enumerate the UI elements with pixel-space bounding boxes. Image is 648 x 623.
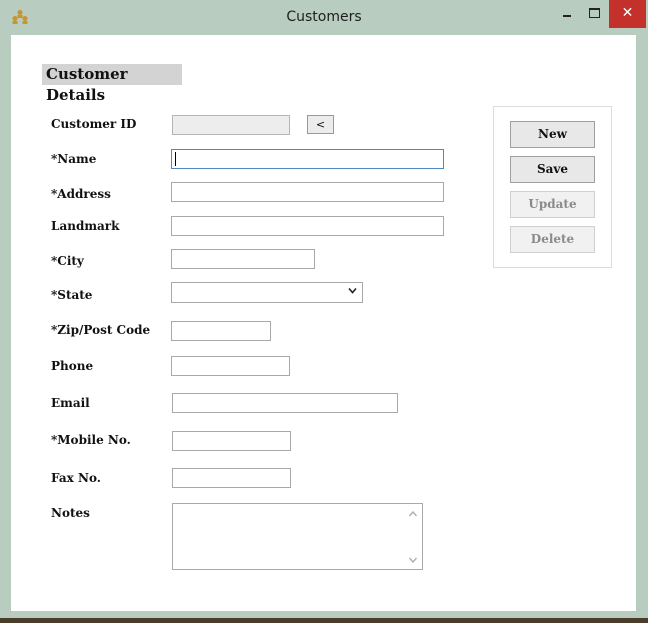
landmark-field[interactable] [171, 216, 444, 236]
mobile-field[interactable] [172, 431, 291, 451]
close-button[interactable]: ✕ [609, 0, 646, 28]
section-title: Customer Details [42, 64, 182, 104]
fax-label: Fax No. [51, 471, 101, 485]
email-field[interactable] [172, 393, 398, 413]
customer-id-field [172, 115, 290, 135]
customer-lookup-button[interactable]: < [307, 115, 334, 134]
desktop-background-strip [0, 618, 648, 623]
actions-panel: New Save Update Delete [493, 106, 612, 268]
chevron-down-icon [348, 287, 357, 294]
scroll-up-arrow-icon[interactable] [408, 510, 418, 518]
phone-label: Phone [51, 359, 94, 373]
email-label: Email [51, 396, 90, 410]
notes-textarea[interactable] [172, 503, 423, 570]
save-button[interactable]: Save [510, 156, 595, 183]
update-button[interactable]: Update [510, 191, 595, 218]
title-bar[interactable]: Customers ✕ [0, 0, 648, 35]
form-client-area: Customer Details Customer ID < *Name *Ad… [11, 35, 636, 611]
minimize-button[interactable] [552, 0, 582, 28]
state-label: *State [51, 288, 93, 302]
zip-label: *Zip/Post Code [51, 323, 151, 337]
name-label: *Name [51, 152, 97, 166]
window-title: Customers [286, 9, 362, 25]
address-field[interactable] [171, 182, 444, 202]
phone-field[interactable] [171, 356, 290, 376]
name-field[interactable] [171, 149, 444, 169]
zip-field[interactable] [171, 321, 271, 341]
state-dropdown[interactable] [171, 282, 363, 303]
delete-button[interactable]: Delete [510, 226, 595, 253]
city-label: *City [51, 254, 84, 268]
customers-window: Customers ✕ Customer Details Customer ID… [0, 0, 648, 618]
mobile-label: *Mobile No. [51, 433, 131, 447]
city-field[interactable] [171, 249, 315, 269]
text-caret [175, 152, 176, 166]
address-label: *Address [51, 187, 111, 201]
customer-id-label: Customer ID [51, 117, 137, 131]
notes-label: Notes [51, 506, 90, 520]
maximize-button[interactable] [582, 0, 608, 28]
scroll-down-arrow-icon[interactable] [408, 556, 418, 564]
fax-field[interactable] [172, 468, 291, 488]
landmark-label: Landmark [51, 219, 120, 233]
new-button[interactable]: New [510, 121, 595, 148]
